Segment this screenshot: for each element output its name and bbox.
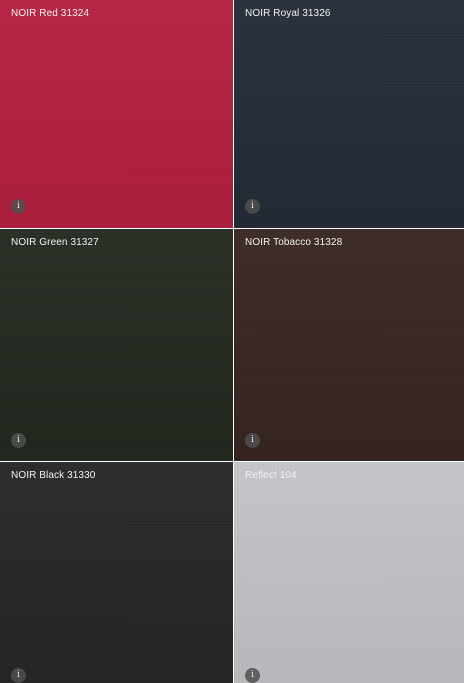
info-icon[interactable]: i xyxy=(11,433,26,448)
swatch-texture xyxy=(234,229,464,461)
swatch-label: NOIR Green 31327 xyxy=(11,237,99,248)
swatch-noir-green[interactable]: NOIR Green 31327 i xyxy=(0,229,233,461)
swatch-texture xyxy=(0,229,233,461)
info-icon[interactable]: i xyxy=(245,433,260,448)
swatch-shade xyxy=(0,229,233,461)
swatch-texture xyxy=(0,0,233,228)
swatch-texture xyxy=(0,462,233,683)
swatch-label: NOIR Red 31324 xyxy=(11,8,90,19)
swatch-label: NOIR Tobacco 31328 xyxy=(245,237,343,248)
swatch-texture xyxy=(234,0,464,228)
swatch-texture xyxy=(234,462,464,683)
swatch-label: NOIR Royal 31326 xyxy=(245,8,331,19)
swatch-noir-tobacco[interactable]: NOIR Tobacco 31328 i xyxy=(234,229,464,461)
info-icon[interactable]: i xyxy=(11,199,26,214)
swatch-noir-black[interactable]: NOIR Black 31330 i xyxy=(0,462,233,683)
swatch-noir-red[interactable]: NOIR Red 31324 i xyxy=(0,0,233,228)
swatch-reflect[interactable]: Reflect 104 i xyxy=(234,462,464,683)
swatch-grid: NOIR Red 31324 i NOIR Royal 31326 i NOIR… xyxy=(0,0,464,683)
info-icon[interactable]: i xyxy=(11,668,26,683)
swatch-shade xyxy=(0,0,233,228)
swatch-shade xyxy=(234,229,464,461)
swatch-label: Reflect 104 xyxy=(245,470,297,481)
swatch-shade xyxy=(0,462,233,683)
swatch-shade xyxy=(234,0,464,228)
swatch-noir-royal[interactable]: NOIR Royal 31326 i xyxy=(234,0,464,228)
swatch-shade xyxy=(234,462,464,683)
info-icon[interactable]: i xyxy=(245,199,260,214)
info-icon[interactable]: i xyxy=(245,668,260,683)
swatch-label: NOIR Black 31330 xyxy=(11,470,96,481)
